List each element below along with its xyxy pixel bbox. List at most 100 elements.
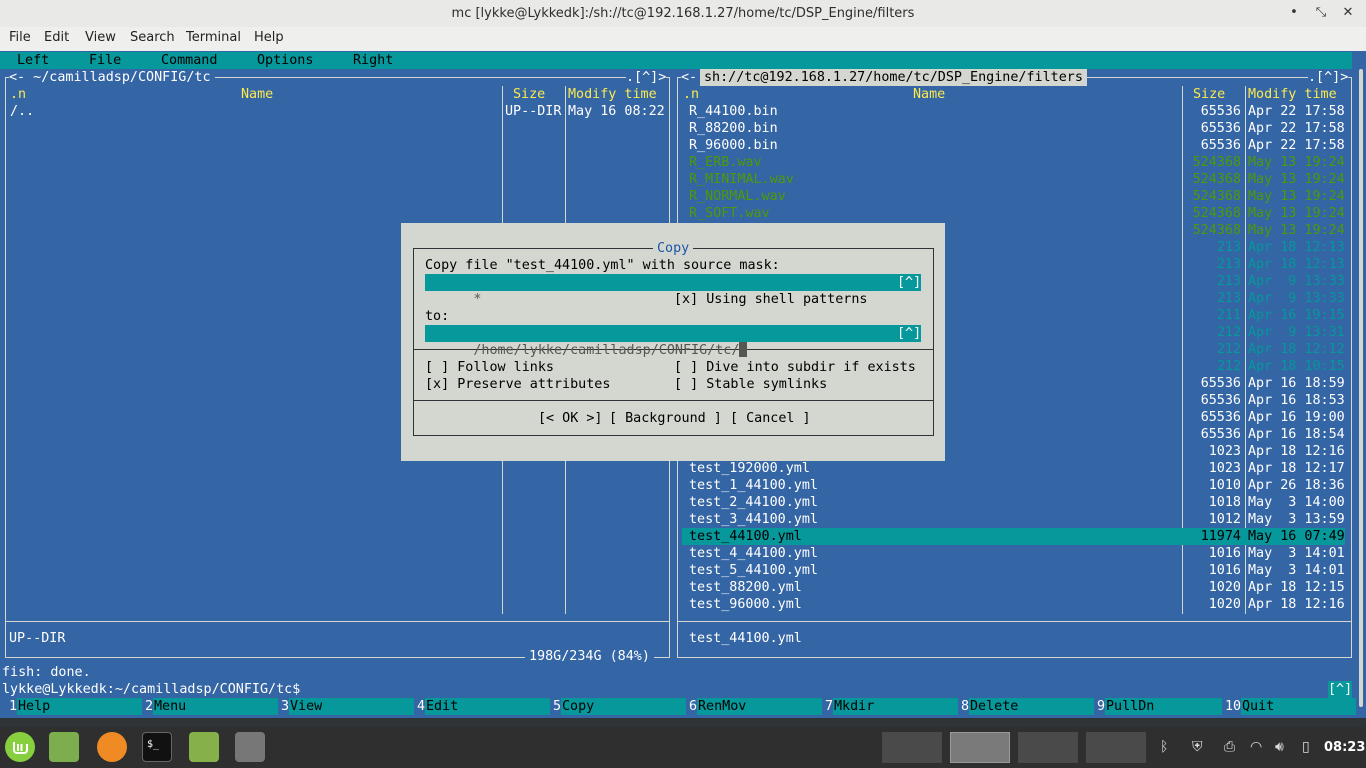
- file-name[interactable]: R_ERB.wav: [689, 154, 762, 171]
- follow-links-checkbox[interactable]: [ ] Follow links: [425, 359, 554, 376]
- workspace-1[interactable]: [882, 732, 942, 763]
- shield-icon[interactable]: ⛨: [1192, 739, 1203, 755]
- left-panel-status: UP--DIR: [9, 631, 66, 646]
- file-name[interactable]: test_2_44100.yml: [689, 494, 818, 511]
- mc-menu-left[interactable]: Left: [17, 52, 49, 69]
- volume-icon[interactable]: 🔊︎: [1275, 739, 1284, 755]
- file-name[interactable]: R_MINIMAL.wav: [689, 171, 794, 188]
- file-name[interactable]: test_192000.yml: [689, 460, 810, 477]
- right-panel-header-controls[interactable]: .[^]>: [1308, 69, 1349, 86]
- right-col-size[interactable]: Size: [1193, 86, 1225, 103]
- right-panel-arrow[interactable]: <-: [681, 69, 702, 86]
- file-name[interactable]: R_88200.bin: [689, 120, 778, 137]
- file-size: 1023: [1208, 444, 1241, 459]
- file-size: 524368: [1192, 172, 1241, 187]
- folder-icon[interactable]: [189, 732, 219, 762]
- text-cursor: [739, 342, 748, 357]
- shell-history-button[interactable]: [^]: [1328, 681, 1353, 698]
- fkey-mkdir[interactable]: 7 Mkdir: [816, 698, 960, 715]
- file-name[interactable]: R_SOFT.wav: [689, 205, 770, 222]
- shell-patterns-checkbox[interactable]: [x] Using shell patterns: [674, 291, 867, 308]
- fkey-pulldn[interactable]: 9 PullDn: [1088, 698, 1224, 715]
- files-icon[interactable]: [49, 732, 79, 762]
- mask-history-button[interactable]: [^]: [897, 274, 922, 291]
- dest-history-button[interactable]: [^]: [897, 325, 922, 342]
- workspace-3[interactable]: [1018, 732, 1078, 763]
- source-mask-input[interactable]: *: [425, 274, 921, 307]
- menu-terminal[interactable]: Terminal: [186, 30, 241, 45]
- cancel-button[interactable]: [ Cancel ]: [730, 410, 811, 427]
- right-col-mtime[interactable]: Modify time: [1248, 86, 1337, 103]
- menu-view[interactable]: View: [85, 30, 116, 45]
- fkey-quit[interactable]: 10 Quit: [1216, 698, 1366, 715]
- left-row-size: UP--DIR: [505, 104, 562, 119]
- mint-menu-icon[interactable]: [5, 732, 35, 762]
- file-name[interactable]: test_44100.yml: [689, 528, 802, 545]
- right-panel-path[interactable]: sh://tc@192.168.1.27/home/tc/DSP_Engine/…: [700, 69, 1087, 86]
- sound-settings-icon[interactable]: [235, 732, 265, 762]
- close-icon[interactable]: ✕: [1334, 0, 1362, 27]
- left-panel-path[interactable]: <- ~/camilladsp/CONFIG/tc: [9, 69, 215, 86]
- background-button[interactable]: [ Background ]: [609, 410, 722, 427]
- stable-symlinks-checkbox[interactable]: [ ] Stable symlinks: [674, 376, 827, 393]
- firefox-icon[interactable]: [97, 732, 127, 762]
- file-size: 65536: [1200, 427, 1241, 442]
- right-col-name[interactable]: Name: [913, 86, 945, 103]
- shell-prompt[interactable]: lykke@Lykkedk:~/camilladsp/CONFIG/tc$: [2, 681, 300, 698]
- left-col-mtime[interactable]: Modify time: [568, 86, 657, 103]
- dive-subdir-checkbox[interactable]: [ ] Dive into subdir if exists: [674, 359, 916, 376]
- menu-search[interactable]: Search: [130, 30, 175, 45]
- left-panel-header-controls[interactable]: .[^]>: [626, 69, 667, 86]
- file-name[interactable]: test_4_44100.yml: [689, 545, 818, 562]
- mc-menu-options[interactable]: Options: [257, 52, 313, 69]
- fkey-view[interactable]: 3 View: [272, 698, 416, 715]
- minimize-icon[interactable]: •: [1280, 0, 1308, 27]
- mc-menu-command[interactable]: Command: [161, 52, 217, 69]
- fkey-delete[interactable]: 8 Delete: [952, 698, 1096, 715]
- file-name[interactable]: test_3_44100.yml: [689, 511, 818, 528]
- workspace-4[interactable]: [1086, 732, 1146, 763]
- terminal-scrollbar[interactable]: [1356, 51, 1366, 718]
- file-size: 524368: [1192, 206, 1241, 221]
- bluetooth-icon[interactable]: ᛒ: [1160, 739, 1168, 755]
- menu-edit[interactable]: Edit: [44, 30, 69, 45]
- mc-menu-right[interactable]: Right: [353, 52, 393, 69]
- workspace-2[interactable]: [950, 732, 1010, 763]
- fkey-help[interactable]: 1 Help: [0, 698, 144, 715]
- file-mtime: Apr 18 12:17: [1248, 461, 1345, 476]
- file-name[interactable]: R_44100.bin: [689, 103, 778, 120]
- left-col-n[interactable]: .n: [10, 86, 26, 103]
- file-name[interactable]: test_96000.yml: [689, 596, 802, 613]
- file-mtime: May 3 14:01: [1248, 563, 1345, 578]
- menu-help[interactable]: Help: [254, 30, 284, 45]
- ok-button[interactable]: [< OK >]: [538, 410, 603, 427]
- fkey-renmov[interactable]: 6 RenMov: [680, 698, 824, 715]
- file-name[interactable]: test_5_44100.yml: [689, 562, 818, 579]
- file-name[interactable]: R_96000.bin: [689, 137, 778, 154]
- left-row-mtime: May 16 08:22: [568, 104, 665, 119]
- terminal-area[interactable]: Left File Command Options Right <- ~/cam…: [0, 51, 1366, 718]
- fkey-menu[interactable]: 2 Menu: [136, 698, 280, 715]
- preserve-attributes-checkbox[interactable]: [x] Preserve attributes: [425, 376, 610, 393]
- file-mtime: May 13 19:24: [1248, 189, 1345, 204]
- destination-input[interactable]: /home/lykke/camilladsp/CONFIG/tc/: [425, 325, 921, 358]
- dialog-title: Copy: [653, 240, 694, 257]
- file-mtime: Apr 18 12:13: [1248, 257, 1345, 272]
- file-name[interactable]: R_NORMAL.wav: [689, 188, 786, 205]
- left-row-updir[interactable]: /..: [10, 103, 34, 120]
- maximize-icon[interactable]: ⤡: [1307, 0, 1335, 27]
- mc-menu-file[interactable]: File: [89, 52, 121, 69]
- terminal-icon[interactable]: $_: [142, 732, 172, 762]
- file-name[interactable]: test_88200.yml: [689, 579, 802, 596]
- clock[interactable]: 08:23: [1324, 740, 1365, 755]
- file-name[interactable]: test_1_44100.yml: [689, 477, 818, 494]
- menu-file[interactable]: File: [9, 30, 31, 45]
- battery-icon[interactable]: ▯: [1302, 739, 1310, 755]
- fkey-edit[interactable]: 4 Edit: [408, 698, 552, 715]
- fkey-copy[interactable]: 5 Copy: [544, 698, 688, 715]
- wifi-icon[interactable]: ◠: [1250, 739, 1262, 755]
- right-col-n[interactable]: .n: [683, 86, 699, 103]
- left-col-name[interactable]: Name: [241, 86, 273, 103]
- left-col-size[interactable]: Size: [513, 86, 545, 103]
- printer-icon[interactable]: ⎙: [1224, 739, 1235, 755]
